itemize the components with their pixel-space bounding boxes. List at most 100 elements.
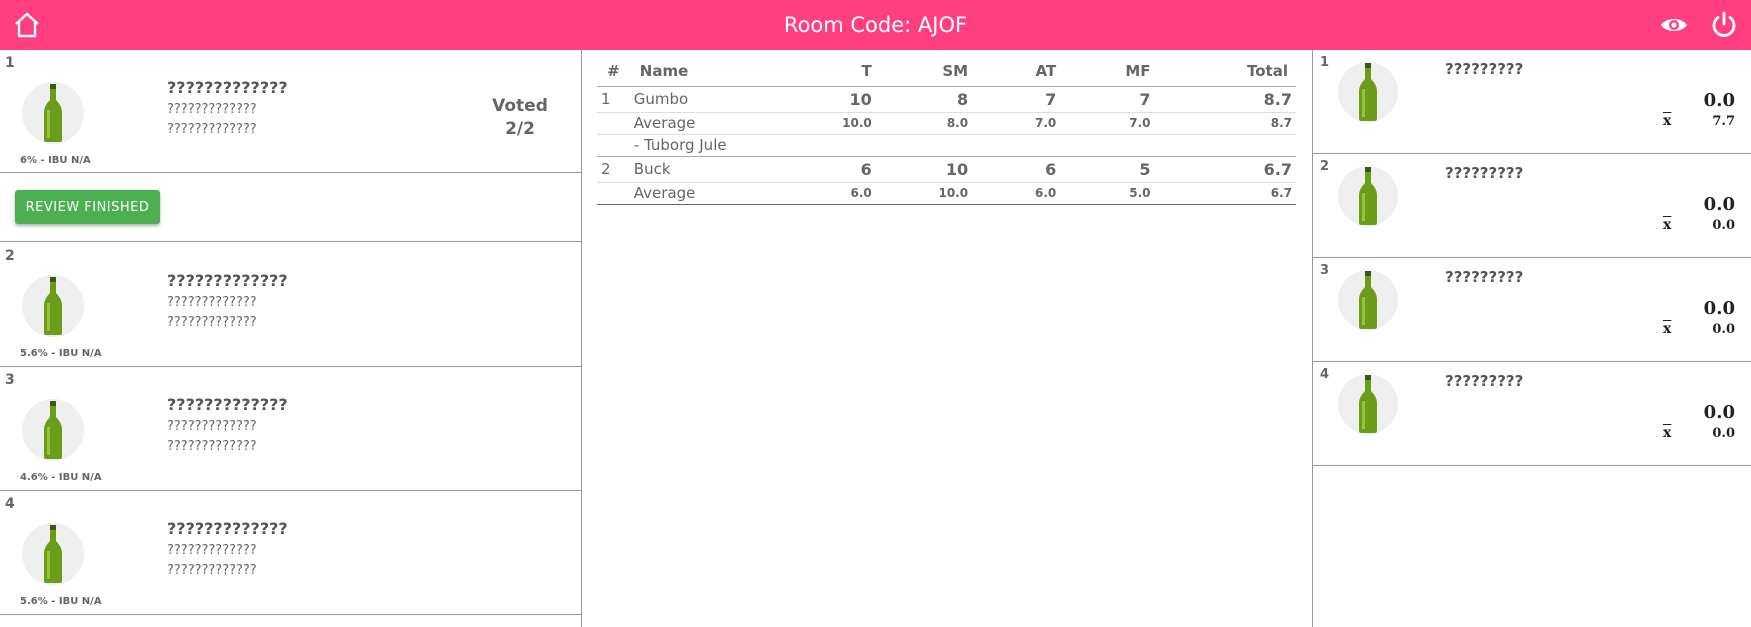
my-score: 0.0: [1703, 402, 1735, 423]
home-icon[interactable]: [12, 10, 42, 40]
table-row: 1 Gumbo 10 8 7 7 8.7: [597, 86, 1296, 113]
score-card[interactable]: 1 ????????? 0.0 x 7.7: [1313, 50, 1751, 154]
beer-abv: 6% - IBU N/A: [20, 155, 91, 166]
cell-mf: 5: [1060, 156, 1155, 183]
beer-number: 4: [1320, 367, 1330, 382]
beer-style: ?????????????: [167, 563, 257, 578]
mean-score: 7.7: [1712, 114, 1735, 129]
avg-t: 6.0: [783, 182, 876, 205]
cell-total: 6.7: [1154, 156, 1296, 183]
beer-name: ?????????: [1445, 164, 1524, 182]
avg-mf: 5.0: [1060, 182, 1155, 205]
col-name: Name: [629, 56, 784, 87]
beer-name: ?????????????: [167, 519, 288, 538]
bottle-icon: [22, 399, 84, 461]
beer-name: ?????????: [1445, 372, 1524, 390]
beer-name: ?????????????: [167, 395, 288, 414]
voted-label: Voted: [492, 96, 548, 116]
beer-style: ?????????????: [167, 315, 257, 330]
voted-status: Voted 2/2: [470, 95, 570, 141]
bottle-icon: [22, 523, 84, 585]
score-card[interactable]: 3 ????????? 0.0 x 0.0: [1313, 258, 1751, 362]
cell-sm: 10: [875, 156, 973, 183]
scores-panel: 1 ????????? 0.0 x 7.7 2 ????????? 0.0 x …: [1313, 50, 1751, 627]
beer-number: 1: [1320, 55, 1330, 70]
cell-at: 7: [972, 86, 1061, 113]
beer-number: 2: [5, 248, 15, 264]
my-score: 0.0: [1703, 194, 1735, 215]
mean-score: 0.0: [1712, 426, 1735, 441]
average-row: Average 10.0 8.0 7.0 7.0 8.7: [597, 112, 1296, 135]
beer-name: ?????????????: [167, 78, 288, 97]
avg-total: 8.7: [1154, 112, 1296, 135]
row-name: Gumbo: [629, 86, 784, 113]
bottle-icon: [1338, 62, 1398, 122]
results-table: # Name T SM AT MF Total 1 Gumbo 10 8 7 7…: [597, 56, 1296, 205]
eye-icon[interactable]: [1659, 10, 1689, 40]
beer-number: 1: [5, 55, 15, 71]
col-t: T: [783, 56, 876, 87]
bottle-icon: [1338, 374, 1398, 434]
cell-at: 6: [972, 156, 1061, 183]
bottle-icon: [1338, 270, 1398, 330]
my-score: 0.0: [1703, 90, 1735, 111]
beer-brewery: ?????????????: [167, 102, 257, 117]
mean-symbol: x: [1663, 113, 1672, 129]
average-label: Average: [629, 182, 784, 205]
subtitle-row: - Tuborg Jule: [597, 134, 1296, 157]
row-number: 1: [597, 86, 630, 113]
beer-name: ?????????????: [167, 271, 288, 290]
bottle-icon: [22, 82, 84, 144]
mean-symbol: x: [1663, 321, 1672, 337]
beer-abv: 5.6% - IBU N/A: [20, 596, 102, 607]
avg-total: 6.7: [1154, 182, 1296, 205]
mean-score: 0.0: [1712, 322, 1735, 337]
average-label: Average: [629, 112, 784, 135]
cell-t: 6: [783, 156, 876, 183]
beer-card[interactable]: 3 4.6% - IBU N/A ????????????? ?????????…: [0, 367, 582, 491]
avg-at: 7.0: [972, 112, 1061, 135]
beer-list-panel: 1 6% - IBU N/A ????????????? ???????????…: [0, 50, 582, 627]
voted-count: 2/2: [505, 119, 535, 139]
beer-name: ?????????: [1445, 60, 1524, 78]
beer-name: ?????????: [1445, 268, 1524, 286]
beer-number: 2: [1320, 159, 1330, 174]
my-score: 0.0: [1703, 298, 1735, 319]
mean-symbol: x: [1663, 425, 1672, 441]
beer-abv: 5.6% - IBU N/A: [20, 348, 102, 359]
review-finished-button[interactable]: REVIEW FINISHED: [15, 190, 160, 224]
col-mf: MF: [1060, 56, 1155, 87]
col-number: #: [597, 56, 630, 87]
average-row: Average 6.0 10.0 6.0 5.0 6.7: [597, 182, 1296, 205]
avg-t: 10.0: [783, 112, 876, 135]
mean-symbol: x: [1663, 217, 1672, 233]
avg-sm: 8.0: [875, 112, 973, 135]
score-card[interactable]: 4 ????????? 0.0 x 0.0: [1313, 362, 1751, 466]
bottle-icon: [22, 275, 84, 337]
beer-number: 3: [5, 372, 15, 388]
finish-area: REVIEW FINISHED: [0, 173, 582, 242]
score-card[interactable]: 2 ????????? 0.0 x 0.0: [1313, 154, 1751, 258]
beer-card[interactable]: 1 6% - IBU N/A ????????????? ???????????…: [0, 50, 582, 173]
row-name: Buck: [629, 156, 784, 183]
power-icon[interactable]: [1709, 10, 1739, 40]
table-row: 2 Buck 6 10 6 5 6.7: [597, 156, 1296, 183]
table-header: # Name T SM AT MF Total: [597, 56, 1296, 87]
beer-subtitle: - Tuborg Jule: [629, 134, 1296, 157]
beer-card[interactable]: 2 5.6% - IBU N/A ????????????? ?????????…: [0, 243, 582, 367]
beer-brewery: ?????????????: [167, 295, 257, 310]
beer-brewery: ?????????????: [167, 419, 257, 434]
beer-abv: 4.6% - IBU N/A: [20, 472, 102, 483]
mean-score: 0.0: [1712, 218, 1735, 233]
col-total: Total: [1154, 56, 1296, 87]
avg-mf: 7.0: [1060, 112, 1155, 135]
cell-mf: 7: [1060, 86, 1155, 113]
col-sm: SM: [875, 56, 973, 87]
avg-at: 6.0: [972, 182, 1061, 205]
top-bar: Room Code: AJOF: [0, 0, 1751, 50]
results-panel: # Name T SM AT MF Total 1 Gumbo 10 8 7 7…: [582, 50, 1313, 627]
bottle-icon: [1338, 166, 1398, 226]
beer-card[interactable]: 4 5.6% - IBU N/A ????????????? ?????????…: [0, 491, 582, 615]
row-number: 2: [597, 156, 630, 183]
avg-sm: 10.0: [875, 182, 973, 205]
